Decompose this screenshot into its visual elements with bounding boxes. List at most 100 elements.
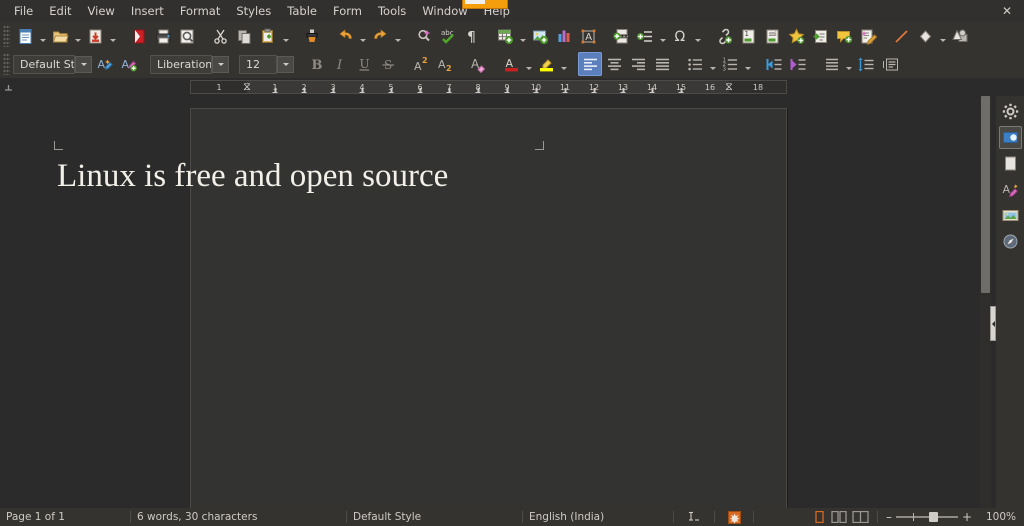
print-icon[interactable] — [151, 24, 175, 48]
tab-stop-selector[interactable] — [4, 82, 14, 92]
menu-file[interactable]: File — [6, 2, 41, 20]
font-size-dropdown-icon[interactable] — [277, 56, 294, 73]
menu-view[interactable]: View — [80, 2, 123, 20]
ruler-tab-stop[interactable] — [650, 89, 655, 93]
close-icon[interactable]: ✕ — [996, 0, 1018, 22]
sidebar-navigator-icon[interactable] — [999, 230, 1022, 253]
font-name-dropdown-icon[interactable] — [212, 56, 229, 73]
insert-field-icon[interactable] — [633, 24, 657, 48]
new-style-from-selection-icon[interactable]: A — [117, 52, 141, 76]
subscript-button[interactable]: A2 — [433, 52, 457, 76]
align-left-button[interactable] — [578, 52, 602, 76]
insert-footnote-icon[interactable]: 1 — [736, 24, 760, 48]
basic-shapes-icon[interactable] — [913, 24, 937, 48]
paragraph-spacing-button[interactable] — [854, 52, 878, 76]
undo-dropdown-icon[interactable] — [357, 24, 368, 48]
menu-tools[interactable]: Tools — [370, 2, 414, 20]
multi-page-view-button[interactable] — [831, 511, 847, 523]
insert-hyperlink-icon[interactable] — [712, 24, 736, 48]
document-workspace[interactable]: Linux is free and open source A — [0, 96, 1024, 508]
insert-bookmark-icon[interactable] — [784, 24, 808, 48]
page-style[interactable]: Default Style — [347, 509, 522, 525]
font-color-button[interactable]: A — [499, 52, 523, 76]
insert-table-icon[interactable] — [493, 24, 517, 48]
vertical-scrollbar-thumb[interactable] — [981, 96, 990, 293]
font-color-dropdown-icon[interactable] — [523, 52, 534, 76]
update-selected-style-icon[interactable]: A — [93, 52, 117, 76]
ruler-tab-stop[interactable] — [563, 89, 568, 93]
paste-icon[interactable] — [256, 24, 280, 48]
clear-formatting-button[interactable]: A — [466, 52, 490, 76]
underline-button[interactable]: U — [352, 52, 376, 76]
font-name-combobox[interactable]: Liberation S — [150, 55, 212, 74]
ruler-tab-stop[interactable] — [273, 89, 278, 93]
align-center-button[interactable] — [602, 52, 626, 76]
spelling-icon[interactable]: abc — [436, 24, 460, 48]
paragraph-indent-button[interactable]: I — [878, 52, 902, 76]
ruler-tab-stop[interactable] — [447, 89, 452, 93]
ruler-tab-stop[interactable] — [679, 89, 684, 93]
insert-endnote-icon[interactable]: i — [760, 24, 784, 48]
export-pdf-icon[interactable] — [127, 24, 151, 48]
unordered-list-button[interactable] — [683, 52, 707, 76]
insert-mode-icon[interactable] — [674, 511, 714, 524]
superscript-button[interactable]: A2 — [409, 52, 433, 76]
align-right-button[interactable] — [626, 52, 650, 76]
ruler-tab-stop[interactable] — [418, 89, 423, 93]
find-and-replace-icon[interactable] — [412, 24, 436, 48]
special-character-dropdown-icon[interactable] — [692, 24, 703, 48]
ruler-tab-stop[interactable] — [505, 89, 510, 93]
italic-button[interactable]: I — [328, 52, 352, 76]
paste-dropdown-icon[interactable] — [280, 24, 291, 48]
zoom-slider[interactable]: – + — [878, 511, 980, 523]
strikethrough-button[interactable]: S — [376, 52, 400, 76]
redo-dropdown-icon[interactable] — [392, 24, 403, 48]
formatting-marks-icon[interactable]: ¶ — [460, 24, 484, 48]
word-count[interactable]: 6 words, 30 characters — [131, 509, 346, 525]
sidebar-styles-icon[interactable]: A — [999, 178, 1022, 201]
highlight-color-button[interactable] — [534, 52, 558, 76]
insert-field-dropdown-icon[interactable] — [657, 24, 668, 48]
open-document-dropdown-icon[interactable] — [72, 24, 83, 48]
document-text[interactable]: Linux is free and open source — [57, 156, 547, 196]
sidebar-page-icon[interactable] — [999, 152, 1022, 175]
insert-table-dropdown-icon[interactable] — [517, 24, 528, 48]
ruler-tab-stop[interactable] — [534, 89, 539, 93]
toolbar-grip[interactable] — [3, 25, 10, 47]
decrease-indent-button[interactable] — [762, 52, 786, 76]
menu-insert[interactable]: Insert — [123, 2, 172, 20]
insert-line-icon[interactable] — [889, 24, 913, 48]
menu-form[interactable]: Form — [325, 2, 370, 20]
ruler-tab-stop[interactable] — [476, 89, 481, 93]
special-character-icon[interactable]: Ω — [668, 24, 692, 48]
menu-styles[interactable]: Styles — [228, 2, 279, 20]
zoom-out-button[interactable]: – — [882, 511, 896, 523]
ruler-tab-stop[interactable] — [302, 89, 307, 93]
paragraph-style-dropdown-icon[interactable] — [75, 56, 92, 73]
new-document-icon[interactable] — [13, 24, 37, 48]
align-justified-button[interactable] — [650, 52, 674, 76]
insert-text-box-icon[interactable]: A — [576, 24, 600, 48]
zoom-level[interactable]: 100% — [980, 509, 1024, 525]
page-break-icon[interactable] — [609, 24, 633, 48]
ordered-list-button[interactable]: 123 — [718, 52, 742, 76]
cut-icon[interactable] — [208, 24, 232, 48]
sidebar-properties-icon[interactable] — [999, 126, 1022, 149]
track-changes-icon[interactable] — [856, 24, 880, 48]
ruler-tab-stop[interactable] — [389, 89, 394, 93]
toolbar-grip[interactable] — [3, 53, 10, 75]
highlight-color-dropdown-icon[interactable] — [558, 52, 569, 76]
clone-formatting-icon[interactable] — [300, 24, 324, 48]
ruler-left-indent-marker[interactable]: ⧖ — [243, 81, 252, 94]
book-view-button[interactable] — [852, 511, 869, 523]
language-status[interactable]: English (India) — [523, 509, 673, 525]
ruler-tab-stop[interactable] — [331, 89, 336, 93]
unordered-list-dropdown-icon[interactable] — [707, 52, 718, 76]
menu-format[interactable]: Format — [172, 2, 229, 20]
ordered-list-dropdown-icon[interactable] — [742, 52, 753, 76]
increase-indent-button[interactable] — [786, 52, 810, 76]
bold-button[interactable]: B — [304, 52, 328, 76]
ruler-tab-stop[interactable] — [360, 89, 365, 93]
line-spacing-dropdown-icon[interactable] — [843, 52, 854, 76]
save-document-icon[interactable] — [83, 24, 107, 48]
